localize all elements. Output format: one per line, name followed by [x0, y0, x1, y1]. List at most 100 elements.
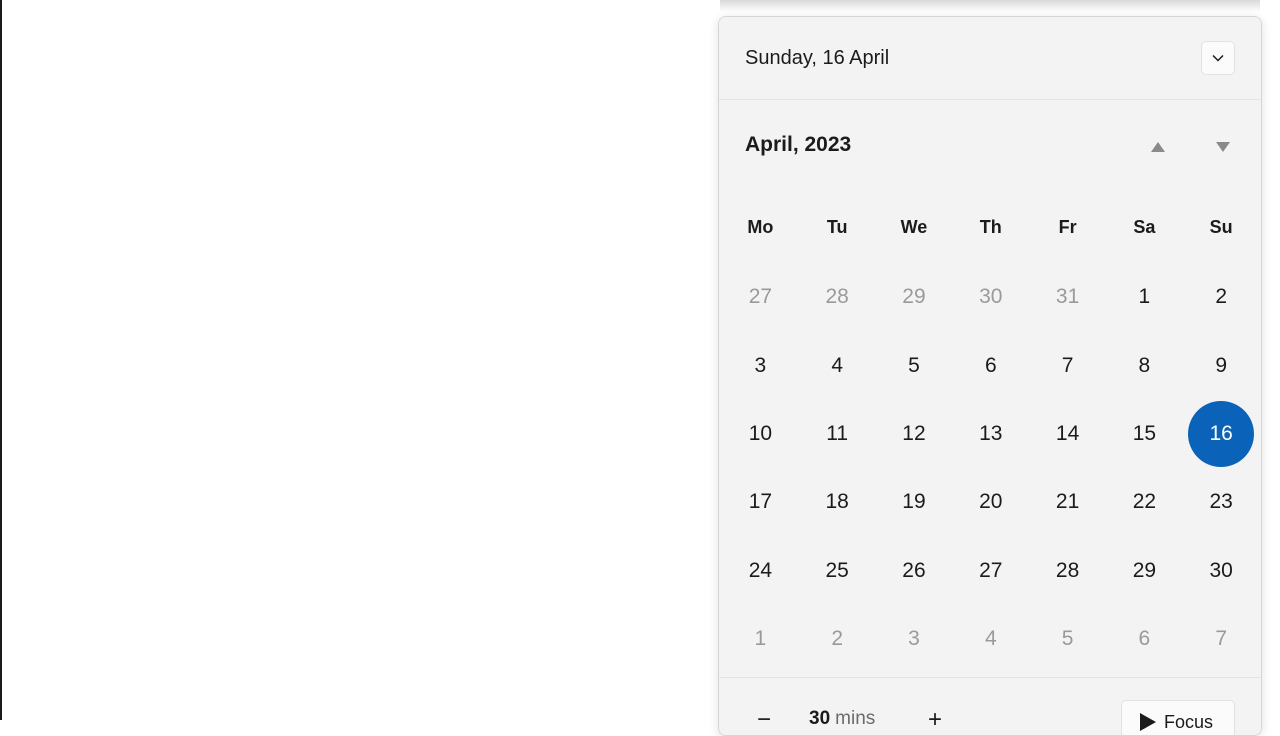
calendar-day-number: 15 — [1132, 421, 1157, 445]
calendar-day-number: 8 — [1138, 353, 1151, 377]
calendar-day[interactable]: 2 — [799, 605, 876, 673]
calendar-day[interactable]: 31 — [1029, 263, 1106, 331]
decrease-duration-button[interactable]: − — [744, 702, 784, 735]
calendar-day[interactable]: 2 — [1183, 263, 1260, 331]
calendar-day[interactable]: 12 — [876, 400, 953, 468]
calendar-day[interactable]: 1 — [722, 605, 799, 673]
calendar-day[interactable]: 11 — [799, 400, 876, 468]
calendar-day-number: 2 — [1215, 285, 1228, 309]
calendar-week-row: 24 25 26 27 28 29 30 — [722, 537, 1260, 605]
calendar-week-row: 27 28 29 30 31 1 2 — [722, 263, 1260, 331]
play-icon — [1140, 713, 1156, 731]
calendar-day[interactable]: 7 — [1183, 605, 1260, 673]
calendar-day-number: 5 — [1061, 627, 1074, 651]
calendar-day[interactable]: 5 — [1029, 605, 1106, 673]
calendar-day[interactable]: 8 — [1106, 331, 1183, 399]
calendar-day-number: 6 — [1138, 627, 1151, 651]
calendar-day-number: 27 — [748, 285, 773, 309]
calendar-day[interactable]: 9 — [1183, 331, 1260, 399]
calendar-day[interactable]: 5 — [876, 331, 953, 399]
calendar-day[interactable]: 3 — [876, 605, 953, 673]
calendar-day[interactable]: 30 — [952, 263, 1029, 331]
calendar-day-number: 26 — [902, 558, 926, 582]
weekday-label: Su — [1209, 216, 1233, 237]
next-month-button[interactable] — [1206, 130, 1240, 164]
calendar-day-number: 12 — [902, 421, 926, 445]
calendar-day[interactable]: 17 — [722, 468, 799, 536]
calendar-day[interactable]: 6 — [1106, 605, 1183, 673]
calendar-week-row: 1 2 3 4 5 6 7 — [722, 605, 1260, 673]
calendar-day-number: 16 — [1188, 400, 1255, 467]
calendar-day[interactable]: 19 — [876, 468, 953, 536]
weekday-label: We — [900, 216, 928, 237]
calendar-day-number: 18 — [825, 490, 849, 514]
calendar-day[interactable]: 4 — [799, 331, 876, 399]
calendar-day-number: 10 — [748, 421, 773, 445]
calendar-day-number: 2 — [831, 627, 844, 651]
calendar-day[interactable]: 14 — [1029, 400, 1106, 468]
calendar-day[interactable]: 27 — [952, 537, 1029, 605]
calendar-day-number: 24 — [748, 558, 773, 582]
calendar-day[interactable]: 1 — [1106, 263, 1183, 331]
calendar-day[interactable]: 26 — [876, 537, 953, 605]
calendar-day-number: 9 — [1215, 353, 1228, 377]
calendar-day-number: 19 — [902, 490, 926, 514]
calendar-day[interactable]: 10 — [722, 400, 799, 468]
calendar-days-grid: 27 28 29 30 31 1 2 3 4 5 6 7 8 9 10 11 12 13 14 15 16 17 18 19 2… — [722, 263, 1260, 673]
calendar-header: Sunday, 16 April — [719, 17, 1261, 100]
calendar-day-number: 7 — [1215, 627, 1228, 651]
previous-month-button[interactable] — [1141, 130, 1175, 164]
weekday-label: Tu — [826, 216, 848, 237]
current-date: Sunday, 16 April — [745, 47, 890, 69]
calendar-day-number: 4 — [831, 353, 844, 377]
window-edge — [0, 0, 2, 720]
calendar-day-number: 17 — [748, 490, 773, 514]
calendar-day-number: 28 — [825, 285, 849, 309]
calendar-flyout: Sunday, 16 April April, 2023 Mo Tu We Th Fr S… — [718, 16, 1262, 736]
calendar-day[interactable]: 29 — [876, 263, 953, 331]
increase-duration-button[interactable]: + — [915, 702, 955, 735]
calendar-day[interactable]: 7 — [1029, 331, 1106, 399]
calendar-day[interactable]: 15 — [1106, 400, 1183, 468]
duration-value: 30 — [809, 708, 831, 729]
calendar-day[interactable]: 3 — [722, 331, 799, 399]
month-title: April, 2023 — [745, 133, 852, 156]
calendar-day[interactable]: 21 — [1029, 468, 1106, 536]
calendar-day-number: 21 — [1055, 490, 1080, 514]
calendar-day-number: 3 — [754, 353, 767, 377]
calendar-day[interactable]: 18 — [799, 468, 876, 536]
chevron-down-icon — [1212, 54, 1224, 62]
calendar-day[interactable]: 27 — [722, 263, 799, 331]
calendar-day-number: 25 — [825, 558, 849, 582]
calendar-day-number: 1 — [1138, 285, 1151, 309]
calendar-day[interactable]: 22 — [1106, 468, 1183, 536]
calendar-day[interactable]: 25 — [799, 537, 876, 605]
calendar-day[interactable]: 28 — [799, 263, 876, 331]
collapse-calendar-button[interactable] — [1201, 41, 1235, 75]
calendar-day-selected[interactable]: 16 — [1183, 400, 1260, 468]
weekday-label: Mo — [747, 216, 774, 237]
calendar-day[interactable]: 4 — [952, 605, 1029, 673]
calendar-day-number: 7 — [1061, 353, 1074, 377]
focus-duration: 30 mins — [809, 708, 875, 730]
calendar-day[interactable]: 28 — [1029, 537, 1106, 605]
calendar-day[interactable]: 23 — [1183, 468, 1260, 536]
calendar-day-number: 30 — [979, 285, 1003, 309]
calendar-day[interactable]: 6 — [952, 331, 1029, 399]
calendar-day[interactable]: 30 — [1183, 537, 1260, 605]
calendar-day[interactable]: 29 — [1106, 537, 1183, 605]
calendar-day-number: 27 — [979, 558, 1003, 582]
weekday-header-row: Mo Tu We Th Fr Sa Su — [722, 207, 1260, 247]
weekday-label: Th — [979, 216, 1002, 237]
calendar-day[interactable]: 13 — [952, 400, 1029, 468]
calendar-day-number: 13 — [979, 421, 1003, 445]
calendar-day[interactable]: 24 — [722, 537, 799, 605]
calendar-day[interactable]: 20 — [952, 468, 1029, 536]
calendar-day-number: 30 — [1209, 558, 1233, 582]
calendar-day-number: 14 — [1055, 421, 1080, 445]
triangle-up-icon — [1151, 142, 1165, 152]
start-focus-button[interactable]: Focus — [1121, 700, 1235, 735]
calendar-week-row: 17 18 19 20 21 22 23 — [722, 468, 1260, 536]
calendar-day-number: 31 — [1055, 285, 1080, 309]
duration-unit: mins — [835, 708, 876, 729]
